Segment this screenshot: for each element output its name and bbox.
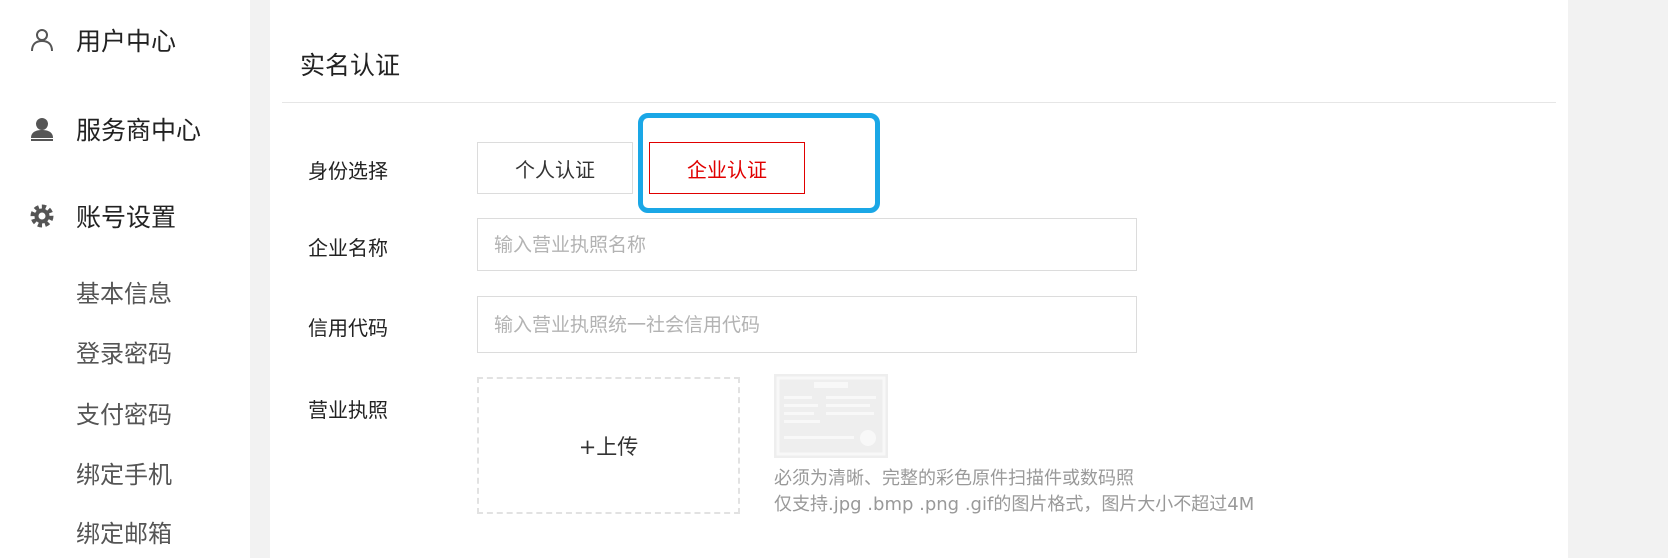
provider-icon (28, 115, 56, 143)
upload-hint-format: 仅支持.jpg .bmp .png .gif的图片格式，图片大小不超过4M (774, 494, 1255, 515)
page-title: 实名认证 (300, 51, 401, 80)
company-name-label: 企业名称 (308, 236, 388, 260)
sidebar-item-bind-phone[interactable]: 绑定手机 (76, 455, 172, 490)
gear-icon (28, 202, 56, 230)
sidebar-item-bind-email[interactable]: 绑定邮箱 (76, 514, 172, 549)
business-license-label: 营业执照 (308, 398, 388, 422)
identity-label: 身份选择 (308, 159, 388, 183)
divider (282, 102, 1556, 103)
sidebar-item-basic-info[interactable]: 基本信息 (76, 274, 172, 309)
sidebar-item-login-password[interactable]: 登录密码 (76, 334, 172, 369)
main-panel: 实名认证 身份选择 个人认证 企业认证 企业名称 信用代码 营业执照 +上传 必… (270, 0, 1568, 558)
upload-hint-quality: 必须为清晰、完整的彩色原件扫描件或数码照 (774, 468, 1134, 489)
upload-button[interactable]: +上传 (477, 377, 740, 514)
credit-code-input[interactable] (477, 296, 1137, 353)
user-icon (28, 26, 56, 54)
company-name-input[interactable] (477, 218, 1137, 271)
sidebar-item-pay-password[interactable]: 支付密码 (76, 395, 172, 430)
sidebar: 用户中心 服务商中心 账号设置 基本信息 登录密码 支付密码 绑定手机 绑定邮箱 (0, 0, 250, 558)
credit-code-label: 信用代码 (308, 316, 388, 340)
sidebar-item-label: 服务商中心 (76, 116, 202, 145)
sidebar-item-account-settings[interactable]: 账号设置 (28, 198, 176, 234)
sidebar-item-label: 账号设置 (76, 203, 177, 232)
sidebar-item-label: 用户中心 (76, 27, 177, 56)
personal-auth-button[interactable]: 个人认证 (477, 142, 633, 194)
license-sample-image (774, 374, 888, 458)
sidebar-item-provider-center[interactable]: 服务商中心 (28, 111, 201, 147)
sidebar-item-user-center[interactable]: 用户中心 (28, 22, 176, 58)
company-auth-button[interactable]: 企业认证 (649, 142, 805, 194)
